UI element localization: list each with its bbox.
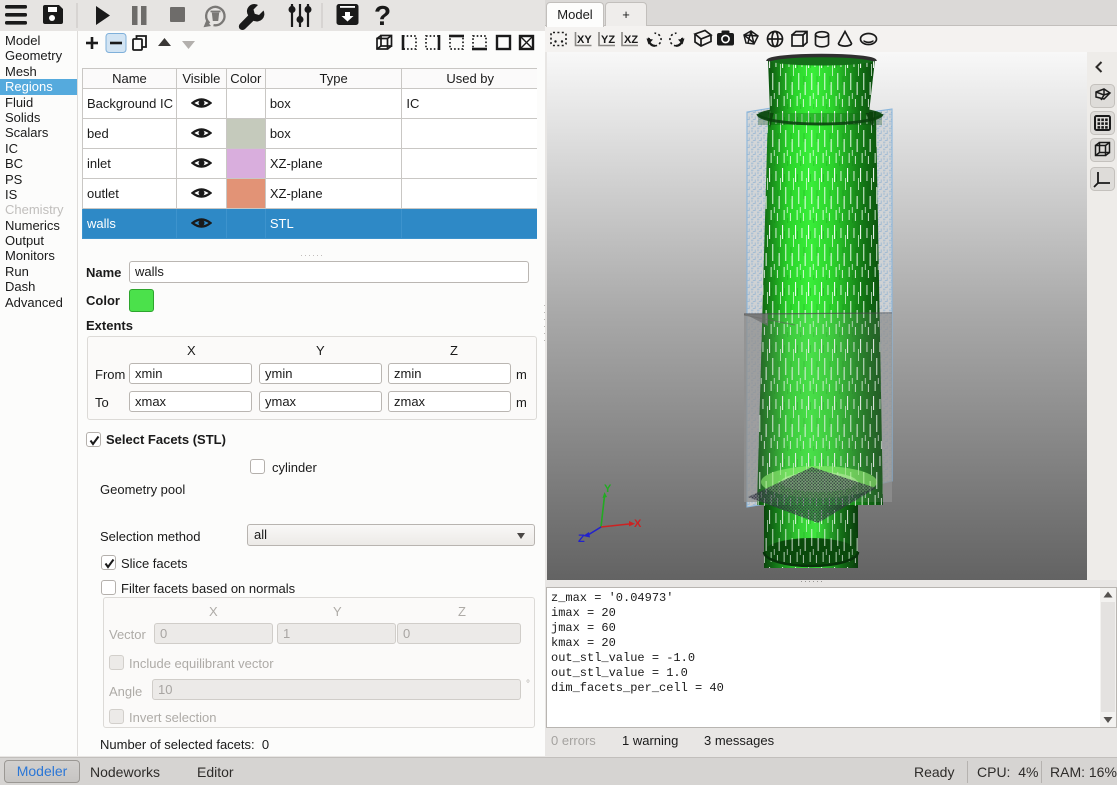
svg-text:Y: Y xyxy=(604,483,612,495)
svg-text:XZ: XZ xyxy=(624,34,638,46)
svg-text:?: ? xyxy=(374,0,391,31)
svg-text:YZ: YZ xyxy=(601,34,615,46)
svg-text:X: X xyxy=(634,518,642,530)
svg-text:Z: Z xyxy=(578,533,585,545)
svg-text:XY: XY xyxy=(577,34,592,46)
